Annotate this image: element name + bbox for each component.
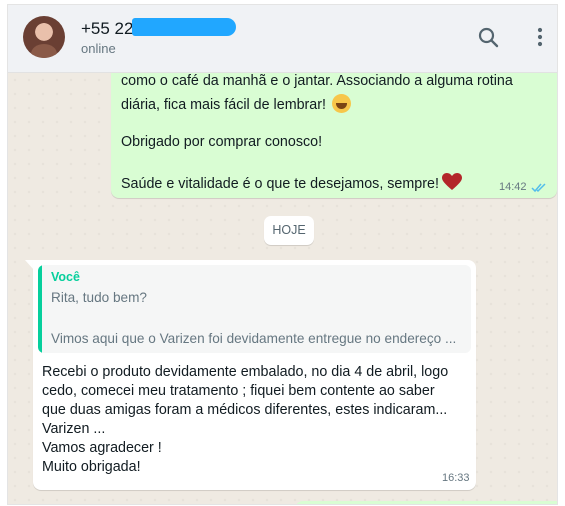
search-button[interactable] — [474, 23, 504, 53]
partial-outgoing-message[interactable] — [295, 501, 557, 504]
message-list[interactable]: como o café da manhã e o jantar. Associa… — [8, 73, 557, 504]
chat-window: +55 22 online como o café da manhã e o j… — [7, 4, 558, 505]
menu-button[interactable] — [528, 23, 552, 53]
quote-text-line: Rita, tudo bem? — [51, 290, 147, 305]
message-text-line: que duas amigas foram a médicos diferent… — [42, 402, 448, 418]
chat-header[interactable]: +55 22 online — [8, 5, 557, 73]
menu-icon — [537, 27, 543, 47]
redaction-mark — [132, 18, 236, 36]
quote-text-line: Vimos aqui que o Varizen foi devidamente… — [51, 331, 457, 346]
contact-avatar[interactable] — [23, 16, 65, 58]
incoming-message[interactable]: Você Rita, tudo bem? Vimos aqui que o Va… — [33, 260, 476, 490]
double-check-icon — [531, 183, 546, 193]
message-text-line: Saúde e vitalidade é o que te desejamos,… — [121, 173, 462, 192]
message-text-line: como o café da manhã e o jantar. Associa… — [121, 73, 513, 89]
laughing-face-emoji — [331, 94, 351, 113]
message-text-line: Vamos agradecer ! — [42, 440, 162, 456]
quote-author: Você — [51, 270, 80, 284]
quoted-message[interactable]: Você Rita, tudo bem? Vimos aqui que o Va… — [38, 265, 471, 353]
date-divider: HOJE — [264, 216, 314, 245]
message-time: 16:33 — [442, 472, 470, 484]
search-icon — [478, 27, 499, 48]
red-heart-emoji — [441, 173, 462, 190]
message-text-line: Obrigado por comprar conosco! — [121, 134, 323, 150]
contact-name[interactable]: +55 22 — [81, 19, 133, 39]
contact-status: online — [81, 41, 116, 56]
quote-accent-bar — [38, 265, 42, 353]
message-time: 14:42 — [499, 181, 527, 193]
message-text-line: Muito obrigada! — [42, 459, 141, 475]
outgoing-message[interactable]: como o café da manhã e o jantar. Associa… — [111, 73, 557, 198]
message-text-line: Recebi o produto devidamente embalado, n… — [42, 364, 449, 380]
message-text-line: cedo, comecei meu tratamento ; fiquei be… — [42, 383, 435, 399]
message-text-line: Varizen ... — [42, 421, 106, 437]
message-text-line: diária, fica mais fácil de lembrar! — [121, 94, 351, 113]
